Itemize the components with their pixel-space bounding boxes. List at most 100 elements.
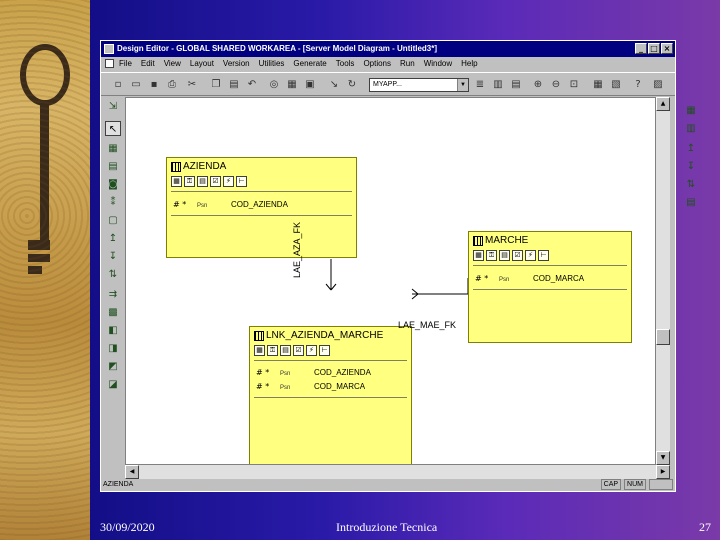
scroll-up-icon[interactable]: ▲ [656,97,670,111]
grid-icon[interactable]: ▥ [491,78,505,92]
menu-run[interactable]: Run [400,57,415,71]
expand-icon[interactable]: ⊢ [538,250,549,261]
indexes-icon[interactable]: ▤ [499,250,510,261]
select-pointer-icon[interactable]: ↖ [105,121,121,136]
columns-icon[interactable]: ▦ [473,250,484,261]
sequence-tool-icon[interactable]: ⁑ [105,195,121,210]
keys-icon[interactable]: ⚿ [267,345,278,356]
cut-icon[interactable]: ✂ [185,78,199,92]
checks-icon[interactable]: ☑ [293,345,304,356]
menu-edit[interactable]: Edit [141,57,155,71]
menu-layout[interactable]: Layout [190,57,214,71]
scroll-left-icon[interactable]: ◀ [125,465,139,479]
window-title-bar[interactable]: Design Editor - GLOBAL SHARED WORKAREA -… [101,41,675,57]
vertical-scrollbar[interactable]: ▲ ▼ [656,97,670,465]
copy-icon[interactable]: ❐ [209,78,223,92]
keys-icon[interactable]: ⚿ [184,176,195,187]
undo-icon[interactable]: ↶ [245,78,259,92]
menu-utilities[interactable]: Utilities [259,57,285,71]
indexes-icon[interactable]: ▤ [280,345,291,356]
close-button[interactable]: × [661,43,673,54]
table-insert-icon[interactable]: ▦ [683,103,699,118]
diagram-canvas[interactable]: AZIENDA ▦ ⚿ ▤ ☑ ⚡ ⊢ # * Psn COD_AZIENDA MA… [125,97,656,465]
arc-tool-icon[interactable]: ⇅ [105,267,121,282]
column-row[interactable]: # * Psn COD_MARCA [475,274,584,283]
column-insert-icon[interactable]: ▥ [683,121,699,136]
scroll-right-icon[interactable]: ▶ [656,465,670,479]
package-tool-icon[interactable]: ◧ [105,323,121,338]
column-row[interactable]: # * Psn COD_AZIENDA [173,200,288,209]
distribute-icon[interactable]: ▧ [609,78,623,92]
chevron-down-icon[interactable]: ▼ [457,79,468,91]
palette-pin-icon[interactable]: ⇲ [105,99,121,114]
minimize-button[interactable]: _ [635,43,647,54]
entity-marche[interactable]: MARCHE ▦ ⚿ ▤ ☑ ⚡ ⊢ # * Psn COD_MARCA [468,231,632,343]
generate-icon[interactable]: ▣ [303,78,317,92]
tile-icon[interactable]: ▨ [651,78,665,92]
checks-icon[interactable]: ☑ [210,176,221,187]
column-row[interactable]: # * Psn COD_AZIENDA [256,368,371,377]
zoom-out-icon[interactable]: ⊖ [549,78,563,92]
fk-label-mae[interactable]: LAE_MAE_FK [398,320,456,330]
function-tool-icon[interactable]: ◨ [105,341,121,356]
index-insert-icon[interactable]: ↧ [683,159,699,174]
align-icon[interactable]: ▦ [591,78,605,92]
key-insert-icon[interactable]: ↥ [683,141,699,156]
layout-icon[interactable]: ▤ [509,78,523,92]
mandatory-fk-tool-icon[interactable]: ↧ [105,249,121,264]
menu-view[interactable]: View [164,57,181,71]
foreign-key-tool-icon[interactable]: ↥ [105,231,121,246]
refresh-icon[interactable]: ↻ [345,78,359,92]
indexes-icon[interactable]: ▤ [197,176,208,187]
column-row[interactable]: # * Psn COD_MARCA [256,382,365,391]
zoom-fit-icon[interactable]: ⊡ [567,78,581,92]
rulers-icon[interactable]: ≣ [473,78,487,92]
properties-icon[interactable]: ▦ [285,78,299,92]
triggers-icon[interactable]: ⚡ [525,250,536,261]
snapshot-tool-icon[interactable]: ◙ [105,177,121,192]
pointer-icon[interactable]: ↘ [327,78,341,92]
horizontal-scrollbar[interactable]: ◀ ▶ [125,465,670,479]
menu-help[interactable]: Help [461,57,477,71]
procedure-tool-icon[interactable]: ▩ [105,305,121,320]
slide-footer-title: Introduzione Tecnica [336,520,438,534]
save-icon[interactable]: ▪ [147,78,161,92]
vertical-scroll-thumb[interactable] [656,329,670,345]
keys-icon[interactable]: ⚿ [486,250,497,261]
triggers-icon[interactable]: ⚡ [306,345,317,356]
application-select[interactable]: MYAPP... ▼ [369,78,469,92]
print-icon[interactable]: ⎙ [165,78,179,92]
view-tool-icon[interactable]: ▤ [105,159,121,174]
checks-icon[interactable]: ☑ [512,250,523,261]
new-icon[interactable]: ▫ [111,78,125,92]
menu-version[interactable]: Version [223,57,250,71]
menu-file[interactable]: File [119,57,132,71]
menu-generate[interactable]: Generate [293,57,326,71]
menu-options[interactable]: Options [363,57,391,71]
triggers-icon[interactable]: ⚡ [223,176,234,187]
table-tool-icon[interactable]: ▦ [105,141,121,156]
cluster-tool-icon[interactable]: ▢ [105,213,121,228]
constraint-insert-icon[interactable]: ⇅ [683,177,699,192]
find-icon[interactable]: ◎ [267,78,281,92]
menu-tools[interactable]: Tools [336,57,355,71]
open-icon[interactable]: ▭ [129,78,143,92]
synonym-tool-icon[interactable]: ◩ [105,359,121,374]
columns-icon[interactable]: ▦ [254,345,265,356]
view-insert-icon[interactable]: ▤ [683,195,699,210]
fk-label-aza[interactable]: LAE_AZA_FK [292,222,302,278]
columns-icon[interactable]: ▦ [171,176,182,187]
entity-azienda[interactable]: AZIENDA ▦ ⚿ ▤ ☑ ⚡ ⊢ # * Psn COD_AZIENDA [166,157,357,258]
zoom-in-icon[interactable]: ⊕ [531,78,545,92]
window-title: Design Editor - GLOBAL SHARED WORKAREA -… [117,44,438,53]
text-tool-icon[interactable]: ◪ [105,377,121,392]
paste-icon[interactable]: ▤ [227,78,241,92]
maximize-button[interactable]: □ [648,43,660,54]
expand-icon[interactable]: ⊢ [319,345,330,356]
menu-window[interactable]: Window [424,57,452,71]
entity-lnk-azienda-marche[interactable]: LNK_AZIENDA_MARCHE ▦ ⚿ ▤ ☑ ⚡ ⊢ # * Psn COD… [249,326,412,464]
scroll-down-icon[interactable]: ▼ [656,451,670,465]
trigger-tool-icon[interactable]: ⇉ [105,287,121,302]
expand-icon[interactable]: ⊢ [236,176,247,187]
help-icon[interactable]: ? [631,78,645,92]
